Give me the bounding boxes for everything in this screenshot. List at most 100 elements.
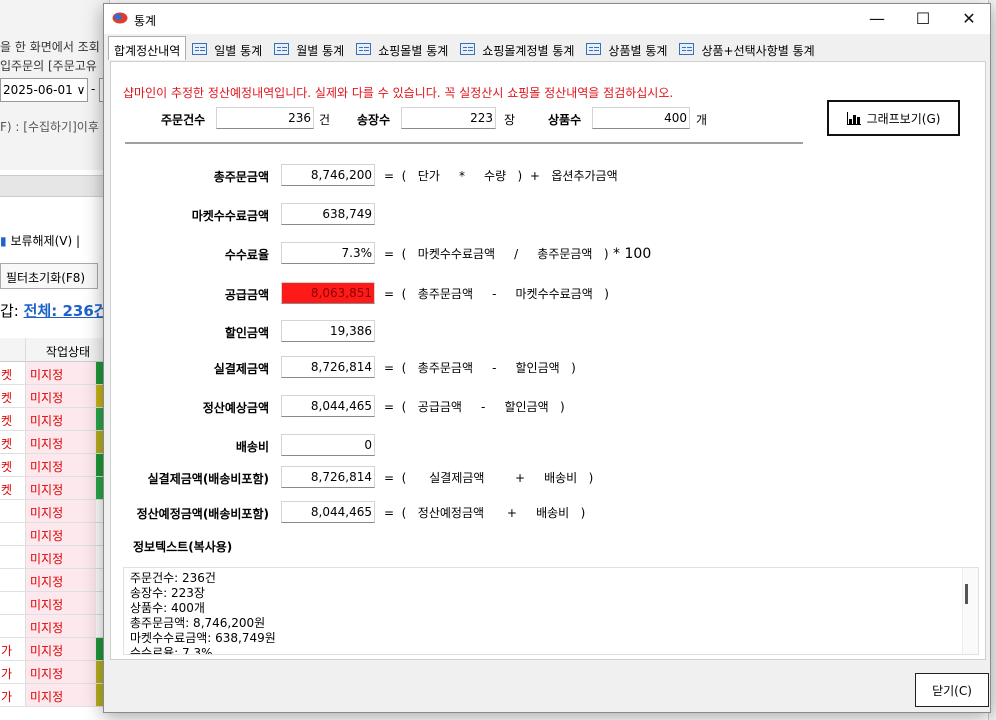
tab-0[interactable]: 합계정산내역	[108, 36, 187, 60]
row-market-cell: 켓	[0, 454, 26, 476]
table-row[interactable]: 켓 미지정	[0, 408, 110, 431]
hold-icon: ▮	[0, 234, 7, 248]
row-value-field[interactable]: 8,726,814	[281, 356, 375, 378]
row-formula: = ( 공급금액 - 할인금액 )	[384, 398, 565, 415]
date-from-picker[interactable]: 2025-06-01 ∨	[0, 78, 88, 102]
table-icon	[460, 43, 476, 55]
table-row[interactable]: 미지정	[0, 569, 110, 592]
graph-view-button[interactable]: 그래프보기(G)	[827, 100, 960, 136]
maximize-button[interactable]: ☐	[900, 4, 946, 34]
row-market-cell: 켓	[0, 362, 26, 384]
close-button[interactable]: 닫기(C)	[915, 673, 989, 707]
row-value-field[interactable]: 8,726,814	[281, 466, 375, 488]
row-market-cell: 켓	[0, 408, 26, 430]
orders-field[interactable]: 236	[216, 107, 314, 129]
row-status-cell: 미지정	[26, 684, 96, 706]
background-top-text-1: 을 한 화면에서 조회	[0, 40, 100, 54]
row-value-field[interactable]: 8,044,465	[281, 395, 375, 417]
table-row[interactable]: 가 미지정	[0, 684, 110, 707]
tab-1[interactable]: 일별 통계	[186, 38, 268, 60]
info-textarea[interactable]: 주문건수: 236건 송장수: 223장 상품수: 400개 총주문금액: 8,746…	[123, 567, 979, 655]
total-count: 갑: 전체: 236건	[0, 300, 108, 321]
hold-release-button[interactable]: ▮ 보류해제(V) |	[0, 232, 80, 249]
row-label: 정산예정금액(배송비포함)	[136, 507, 269, 521]
orders-label: 주문건수	[161, 113, 206, 127]
row-value-field[interactable]: 8,746,200	[281, 164, 375, 186]
formula-text: = ( 단가 * 수량 ) + 옵션추가금액	[384, 169, 618, 183]
table-icon	[356, 43, 372, 55]
row-market-cell: 가	[0, 661, 26, 683]
row-value-field[interactable]: 7.3%	[281, 242, 375, 264]
row-formula: = ( 단가 * 수량 ) + 옵션추가금액	[384, 167, 618, 184]
app-logo-icon	[112, 12, 128, 24]
background-top-text-2: 입주문의 [주문고유	[0, 59, 97, 73]
background-hint-text: F) : [수집하기]이후	[0, 120, 99, 134]
row-market-cell: 켓	[0, 477, 26, 499]
row-market-cell	[0, 500, 26, 522]
tab-label: 월별 통계	[296, 44, 345, 58]
table-row[interactable]: 켓 미지정	[0, 362, 110, 385]
table-row[interactable]: 켓 미지정	[0, 477, 110, 500]
tab-label: 쇼핑몰별 통계	[378, 44, 449, 58]
info-scrollbar[interactable]	[962, 568, 978, 654]
info-scroll-thumb[interactable]	[965, 584, 968, 604]
row-formula: = ( 총주문금액 - 마켓수수료금액 )	[384, 285, 609, 302]
products-field[interactable]: 400	[592, 107, 690, 129]
table-row[interactable]: 가 미지정	[0, 661, 110, 684]
table-row[interactable]: 미지정	[0, 546, 110, 569]
table-row[interactable]: 미지정	[0, 500, 110, 523]
tab-bar: 합계정산내역 일별 통계 월별 통계 쇼핑몰별 통계 쇼핑몰계정별 통계 상품별 통계 상품…	[108, 36, 821, 60]
invoices-field[interactable]: 223	[401, 107, 496, 129]
tab-3[interactable]: 쇼핑몰별 통계	[350, 38, 454, 60]
formula-text: = ( 정산예정금액 + 배송비 )	[384, 506, 586, 520]
products-label: 상품수	[548, 113, 582, 127]
row-status-cell: 미지정	[26, 385, 96, 407]
row-value-field[interactable]: 638,749	[281, 203, 375, 225]
dialog-titlebar[interactable]: 통계 — ☐ ✕	[104, 4, 990, 34]
tab-6[interactable]: 상품+선택사항별 통계	[673, 38, 820, 60]
info-text-title: 정보텍스트(복사용)	[133, 540, 233, 554]
row-market-cell	[0, 615, 26, 637]
separator	[125, 142, 803, 144]
table-row[interactable]: 미지정	[0, 615, 110, 638]
statistics-dialog: 통계 — ☐ ✕ 합계정산내역 일별 통계 월별 통계 쇼핑몰별 통계 쇼핑몰계정별 통…	[103, 3, 991, 713]
minimize-button[interactable]: —	[854, 4, 900, 34]
table-row[interactable]: 켓 미지정	[0, 454, 110, 477]
table-row[interactable]: 미지정	[0, 523, 110, 546]
table-row[interactable]: 켓 미지정	[0, 385, 110, 408]
formula-text: = ( 실결제금액 + 배송비 )	[384, 471, 594, 485]
row-market-cell	[0, 546, 26, 568]
row-status-cell: 미지정	[26, 523, 96, 545]
total-link[interactable]: 전체: 236건	[24, 302, 108, 320]
grid-header: 작업상태	[0, 338, 110, 362]
row-status-cell: 미지정	[26, 431, 96, 453]
tab-4[interactable]: 쇼핑몰계정별 통계	[454, 38, 580, 60]
row-value-field[interactable]: 19,386	[281, 320, 375, 342]
row-formula: = ( 총주문금액 - 할인금액 )	[384, 359, 576, 376]
row-status-cell: 미지정	[26, 477, 96, 499]
info-line: 송장수: 223장	[130, 586, 205, 600]
tab-2[interactable]: 월별 통계	[268, 38, 350, 60]
info-line: 마켓수수료금액: 638,749원	[130, 631, 276, 645]
tab-5[interactable]: 상품별 통계	[580, 38, 673, 60]
orders-unit: 건	[319, 113, 331, 127]
date-dash: -	[91, 82, 96, 96]
table-icon	[274, 43, 290, 55]
row-market-cell: 가	[0, 638, 26, 660]
table-row[interactable]: 가 미지정	[0, 638, 110, 661]
grid-header-status[interactable]: 작업상태	[26, 338, 110, 361]
close-window-button[interactable]: ✕	[946, 4, 992, 34]
tab-label: 합계정산내역	[114, 44, 181, 58]
table-row[interactable]: 미지정	[0, 592, 110, 615]
row-value-field[interactable]: 8,044,465	[281, 501, 375, 523]
invoices-label: 송장수	[357, 113, 391, 127]
row-value-field[interactable]: 0	[281, 434, 375, 456]
row-market-cell: 켓	[0, 431, 26, 453]
chevron-down-icon: ∨	[76, 83, 86, 97]
row-label: 마켓수수료금액	[191, 209, 269, 223]
tab-label: 상품+선택사항별 통계	[701, 44, 815, 58]
row-status-cell: 미지정	[26, 569, 96, 591]
filter-reset-button[interactable]: 필터초기화(F8)	[0, 263, 98, 289]
table-row[interactable]: 켓 미지정	[0, 431, 110, 454]
row-value-field[interactable]: 8,063,851	[281, 282, 375, 304]
